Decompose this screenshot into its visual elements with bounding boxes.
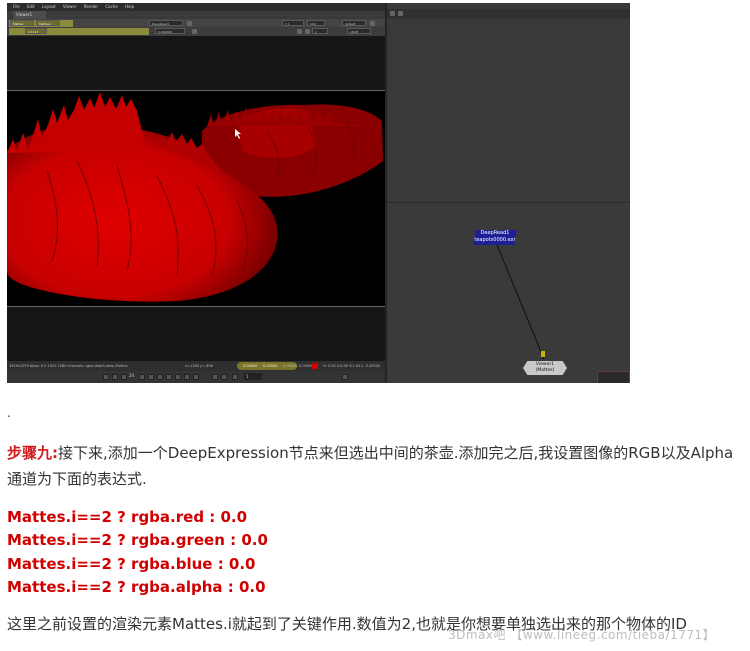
panel-menu-icon[interactable] bbox=[398, 11, 403, 16]
viewer-status-bar: 1919x1079 bbox: 0 0 1920 1080 channels: … bbox=[7, 361, 385, 371]
pixel-r: 0.00000 bbox=[243, 364, 258, 368]
loop-button[interactable] bbox=[212, 374, 218, 380]
expression-red: Mattes.i==2 ? rgba.red : 0.0 bbox=[7, 508, 248, 526]
input-dropdown[interactable]: DeepRead1 bbox=[149, 20, 183, 26]
frame-field[interactable]: 1 bbox=[312, 28, 328, 34]
expression-blue: Mattes.i==2 ? rgba.blue : 0.0 bbox=[7, 555, 256, 573]
viewer-node-input: (Mattes) bbox=[535, 368, 555, 373]
deepread-node-name: DeepRead1 bbox=[480, 230, 510, 236]
navigator-minimap[interactable] bbox=[597, 371, 630, 383]
menu-viewer[interactable]: Viewer bbox=[63, 3, 77, 11]
bounce-button[interactable] bbox=[221, 374, 227, 380]
menu-layout[interactable]: Layout bbox=[42, 3, 56, 11]
gamma-field[interactable]: 0.000000 bbox=[155, 28, 185, 34]
timeline-bar: 24 1 bbox=[7, 371, 385, 383]
menu-cache[interactable]: Cache bbox=[105, 3, 117, 11]
watermark: 3Dmax吧 【www.lineeg.com/tieba/1771】 bbox=[448, 628, 716, 642]
last-frame-button[interactable] bbox=[193, 374, 199, 380]
color-swatch bbox=[312, 363, 318, 369]
play-back-button[interactable] bbox=[148, 374, 154, 380]
nuke-screenshot: File Edit Layout Viewer Render Cache Hel… bbox=[7, 3, 630, 383]
hsv-readout: H: 0.00 S:0.00 V:1.00 L: 0.42500 bbox=[323, 364, 381, 368]
cursor-coords: x=1180 y= 896 bbox=[185, 364, 213, 368]
close-viewer-icon[interactable] bbox=[370, 21, 375, 26]
viewer-node[interactable]: Viewer1 (Mattes) bbox=[523, 361, 567, 375]
expression-alpha: Mattes.i==2 ? rgba.alpha : 0.0 bbox=[7, 578, 266, 596]
gain-field[interactable]: 0.1111 bbox=[25, 28, 47, 34]
viewer-canvas[interactable] bbox=[7, 36, 385, 361]
menu-bar: File Edit Layout Viewer Render Cache Hel… bbox=[7, 3, 385, 11]
expression-green: Mattes.i==2 ? rgba.green : 0.0 bbox=[7, 531, 268, 549]
y-dropdown[interactable]: Y 1 bbox=[282, 20, 304, 26]
gamma-icon[interactable] bbox=[192, 29, 197, 34]
deepread-node-file: teapots0000.exr bbox=[474, 237, 516, 243]
deepread-node[interactable]: DeepRead1 teapots0000.exr bbox=[473, 230, 517, 245]
fps-field[interactable]: 24 bbox=[129, 373, 134, 378]
channel-dropdown[interactable]: Mattes bbox=[10, 20, 34, 26]
properties-panel bbox=[387, 3, 630, 200]
pixel-g: 0.00000 bbox=[263, 364, 278, 368]
step-forward-button[interactable] bbox=[175, 374, 181, 380]
step-label: 步骤九: bbox=[7, 444, 58, 462]
step-paragraph: 步骤九:接下来,添加一个DeepExpression节点来但选出中间的茶壶.添加… bbox=[7, 440, 737, 492]
step-back-button[interactable] bbox=[139, 374, 145, 380]
stop-button[interactable] bbox=[157, 374, 163, 380]
menu-help[interactable]: Help bbox=[125, 3, 134, 11]
first-frame-button[interactable] bbox=[103, 374, 109, 380]
colorspace-dropdown[interactable]: sRGB bbox=[347, 28, 371, 34]
prev-frame-button[interactable] bbox=[121, 374, 127, 380]
play-button[interactable] bbox=[166, 374, 172, 380]
menu-edit[interactable]: Edit bbox=[27, 3, 35, 11]
rendered-image bbox=[7, 90, 385, 307]
menu-render[interactable]: Render bbox=[84, 3, 98, 11]
viewer-toolbar-2: 0.1111 0.000000 1 sRGB bbox=[7, 27, 385, 36]
panel-icon[interactable] bbox=[390, 11, 395, 16]
frame-field[interactable]: 1 bbox=[244, 373, 262, 380]
menu-file[interactable]: File bbox=[13, 3, 20, 11]
properties-tabbar bbox=[387, 9, 630, 19]
pixel-b: 0.00000 bbox=[283, 364, 298, 368]
separator-dot: . bbox=[7, 406, 11, 420]
format-info: 1919x1079 bbox: 0 0 1920 1080 channels: … bbox=[9, 364, 128, 368]
zoom-dropdown[interactable]: 100 bbox=[307, 20, 325, 26]
timeline-option-button[interactable] bbox=[342, 374, 348, 380]
roi-icon[interactable] bbox=[297, 29, 302, 34]
prev-key-button[interactable] bbox=[112, 374, 118, 380]
viewer-toolbar: Mattes Mattes.i DeepRead1 Y 1 100 defaul… bbox=[7, 19, 385, 27]
toggle-icon[interactable] bbox=[187, 21, 192, 26]
clip-icon[interactable] bbox=[305, 29, 310, 34]
tab-viewer1[interactable]: Viewer1 bbox=[13, 11, 46, 19]
frame-increment-button[interactable] bbox=[232, 374, 238, 380]
red-matte-teapots bbox=[7, 92, 383, 302]
step-body: 接下来,添加一个DeepExpression节点来但选出中间的茶壶.添加完之后,… bbox=[7, 444, 734, 488]
node-graph[interactable]: DeepRead1 teapots0000.exr Viewer1 (Matte… bbox=[387, 202, 630, 383]
layer-dropdown[interactable]: Mattes.i bbox=[36, 20, 60, 26]
lut-dropdown[interactable]: default bbox=[342, 20, 366, 26]
next-frame-button[interactable] bbox=[184, 374, 190, 380]
